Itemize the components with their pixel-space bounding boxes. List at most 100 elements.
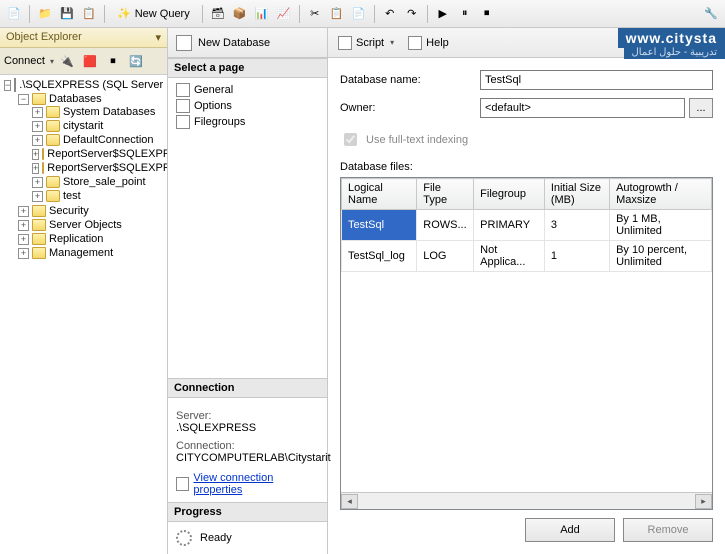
management-node[interactable]: Management bbox=[49, 247, 113, 259]
dialog-body: www.citysta تدريبية - حلول اعمال Script … bbox=[328, 28, 725, 554]
table-row[interactable]: TestSql ROWS... PRIMARY 3 By 1 MB, Unlim… bbox=[342, 210, 712, 241]
cell-fg[interactable]: Not Applica... bbox=[474, 241, 545, 272]
cell-type[interactable]: LOG bbox=[417, 241, 474, 272]
page-filegroups[interactable]: Filegroups bbox=[174, 114, 321, 130]
replication-node[interactable]: Replication bbox=[49, 233, 103, 245]
expander-minus[interactable]: − bbox=[18, 94, 29, 105]
page-icon bbox=[176, 83, 190, 97]
scroll-left-icon[interactable]: ◂ bbox=[341, 494, 358, 509]
toolbar-icon[interactable]: ⏸ bbox=[455, 4, 475, 24]
toolbar-icon[interactable]: 💾 bbox=[57, 4, 77, 24]
scroll-right-icon[interactable]: ▸ bbox=[695, 494, 712, 509]
add-button[interactable]: Add bbox=[525, 518, 615, 542]
files-grid[interactable]: Logical Name File Type Filegroup Initial… bbox=[340, 177, 713, 510]
page-general[interactable]: General bbox=[174, 82, 321, 98]
fulltext-checkbox bbox=[344, 133, 357, 146]
toolbar-icon[interactable]: 📊 bbox=[252, 4, 272, 24]
cell-size[interactable]: 1 bbox=[544, 241, 609, 272]
databases-node[interactable]: Databases bbox=[49, 93, 102, 105]
cell-name[interactable]: TestSql bbox=[342, 210, 417, 241]
toolbar-icon[interactable]: 📁 bbox=[35, 4, 55, 24]
watermark: www.citysta bbox=[618, 28, 725, 48]
db-name-input[interactable] bbox=[480, 70, 713, 90]
toolbar-icon[interactable]: 📈 bbox=[274, 4, 294, 24]
db-node[interactable]: ReportServer$SQLEXPRESS bbox=[47, 162, 167, 174]
toolbar-icon[interactable]: 📋 bbox=[79, 4, 99, 24]
chevron-down-icon[interactable]: ▾ bbox=[50, 57, 54, 66]
expander-plus[interactable]: + bbox=[32, 163, 39, 174]
toolbar-icon[interactable]: ▶ bbox=[433, 4, 453, 24]
toolbar-icon[interactable]: 🔧 bbox=[701, 4, 721, 24]
view-connection-label: View connection properties bbox=[193, 472, 319, 496]
new-query-button[interactable]: ✨ New Query bbox=[110, 3, 197, 25]
toolbar-icon[interactable]: 🗃 bbox=[208, 4, 228, 24]
toolbar-icon[interactable]: ⏹ bbox=[477, 4, 497, 24]
expander-plus[interactable]: + bbox=[32, 191, 43, 202]
toolbar-icon[interactable]: 📄 bbox=[4, 4, 24, 24]
expander-plus[interactable]: + bbox=[32, 149, 39, 160]
security-node[interactable]: Security bbox=[49, 205, 89, 217]
table-row[interactable]: TestSql_log LOG Not Applica... 1 By 10 p… bbox=[342, 241, 712, 272]
expander-plus[interactable]: + bbox=[32, 107, 43, 118]
view-connection-link[interactable]: View connection properties bbox=[176, 472, 319, 496]
sys-db-node[interactable]: System Databases bbox=[63, 106, 155, 118]
expander-minus[interactable]: − bbox=[4, 80, 11, 91]
undo-icon[interactable]: ↶ bbox=[380, 4, 400, 24]
page-icon bbox=[176, 99, 190, 113]
database-icon bbox=[46, 176, 60, 188]
col-logical-name[interactable]: Logical Name bbox=[342, 179, 417, 210]
cell-fg[interactable]: PRIMARY bbox=[474, 210, 545, 241]
toolbar-icon[interactable]: 📦 bbox=[230, 4, 250, 24]
page-icon bbox=[176, 115, 190, 129]
toolbar-icon[interactable]: 📋 bbox=[327, 4, 347, 24]
database-icon bbox=[42, 148, 44, 160]
object-tree[interactable]: −.\SQLEXPRESS (SQL Server 12.0.20 −Datab… bbox=[0, 75, 167, 554]
redo-icon[interactable]: ↷ bbox=[402, 4, 422, 24]
connect-icon[interactable]: 🔌 bbox=[57, 51, 77, 71]
expander-plus[interactable]: + bbox=[18, 234, 29, 245]
horizontal-scrollbar[interactable]: ◂ ▸ bbox=[341, 492, 712, 509]
dialog-title: New Database bbox=[198, 37, 270, 49]
db-node[interactable]: citystarit bbox=[63, 120, 103, 132]
db-node[interactable]: test bbox=[63, 190, 81, 202]
expander-plus[interactable]: + bbox=[32, 177, 43, 188]
col-autogrowth[interactable]: Autogrowth / Maxsize bbox=[610, 179, 712, 210]
cell-grow[interactable]: By 1 MB, Unlimited bbox=[610, 210, 712, 241]
col-initial-size[interactable]: Initial Size (MB) bbox=[544, 179, 609, 210]
db-node[interactable]: ReportServer$SQLEXPRESS bbox=[47, 148, 167, 160]
expander-plus[interactable]: + bbox=[18, 206, 29, 217]
stop-icon[interactable]: ⏹ bbox=[103, 51, 123, 71]
toolbar-icon[interactable]: ✂ bbox=[305, 4, 325, 24]
expander-plus[interactable]: + bbox=[32, 135, 43, 146]
cell-name[interactable]: TestSql_log bbox=[342, 241, 417, 272]
cell-type[interactable]: ROWS... bbox=[417, 210, 474, 241]
expander-plus[interactable]: + bbox=[32, 121, 43, 132]
page-options[interactable]: Options bbox=[174, 98, 321, 114]
help-button[interactable]: Help bbox=[408, 36, 449, 50]
owner-input[interactable] bbox=[480, 98, 685, 118]
script-button[interactable]: Script ▾ bbox=[338, 36, 394, 50]
col-filegroup[interactable]: Filegroup bbox=[474, 179, 545, 210]
server-objects-node[interactable]: Server Objects bbox=[49, 219, 122, 231]
expander-plus[interactable]: + bbox=[18, 220, 29, 231]
owner-browse-button[interactable]: ... bbox=[689, 98, 713, 118]
database-icon bbox=[176, 35, 192, 51]
refresh-icon[interactable]: 🔄 bbox=[126, 51, 146, 71]
fulltext-label: Use full-text indexing bbox=[366, 134, 468, 146]
pin-icon[interactable]: ▾ bbox=[155, 31, 161, 44]
db-node[interactable]: Store_sale_point bbox=[63, 176, 146, 188]
db-node[interactable]: DefaultConnection bbox=[63, 134, 154, 146]
cell-size[interactable]: 3 bbox=[544, 210, 609, 241]
cell-grow[interactable]: By 10 percent, Unlimited bbox=[610, 241, 712, 272]
server-label: Server: bbox=[176, 410, 319, 422]
connect-label: Connect bbox=[4, 55, 45, 67]
folder-icon bbox=[32, 205, 46, 217]
folder-icon bbox=[46, 106, 60, 118]
col-file-type[interactable]: File Type bbox=[417, 179, 474, 210]
server-node[interactable]: .\SQLEXPRESS (SQL Server 12.0.20 bbox=[19, 79, 167, 91]
help-label: Help bbox=[426, 37, 449, 49]
remove-button: Remove bbox=[623, 518, 713, 542]
toolbar-icon[interactable]: 📄 bbox=[349, 4, 369, 24]
disconnect-icon[interactable]: 🟥 bbox=[80, 51, 100, 71]
expander-plus[interactable]: + bbox=[18, 248, 29, 259]
